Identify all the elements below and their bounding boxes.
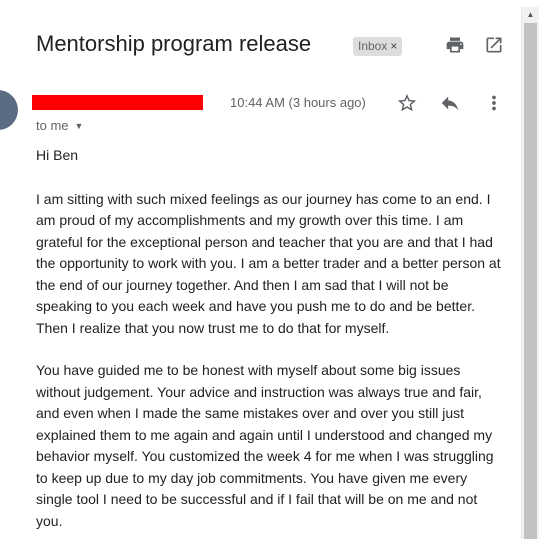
- more-vert-icon[interactable]: [487, 92, 501, 114]
- reply-icon[interactable]: [439, 92, 461, 114]
- remove-label-icon[interactable]: ×: [390, 39, 397, 53]
- scrollbar-thumb[interactable]: [524, 23, 537, 539]
- recipient-line[interactable]: to me ▼: [36, 118, 83, 133]
- caret-down-icon[interactable]: ▼: [75, 121, 84, 131]
- sender-name-redacted: [32, 95, 203, 110]
- recipient-text: to me: [36, 118, 69, 133]
- inbox-label-chip[interactable]: Inbox ×: [353, 37, 403, 56]
- email-greeting: Hi Ben: [36, 147, 79, 163]
- email-timestamp: 10:44 AM (3 hours ago): [230, 95, 366, 110]
- vertical-scrollbar[interactable]: ▲: [521, 7, 539, 539]
- email-paragraph: You have guided me to be honest with mys…: [36, 362, 494, 529]
- open-in-new-window-icon[interactable]: [484, 35, 504, 55]
- star-icon[interactable]: [396, 92, 418, 114]
- email-paragraph: I am sitting with such mixed feelings as…: [36, 190, 501, 336]
- inbox-label-text: Inbox: [358, 39, 388, 53]
- sender-avatar[interactable]: [0, 90, 18, 130]
- email-subject: Mentorship program release: [36, 31, 312, 56]
- scroll-up-arrow-icon[interactable]: ▲: [522, 7, 539, 23]
- print-icon[interactable]: [445, 35, 465, 55]
- email-body: Hi Ben I am sitting with such mixed feel…: [36, 145, 506, 532]
